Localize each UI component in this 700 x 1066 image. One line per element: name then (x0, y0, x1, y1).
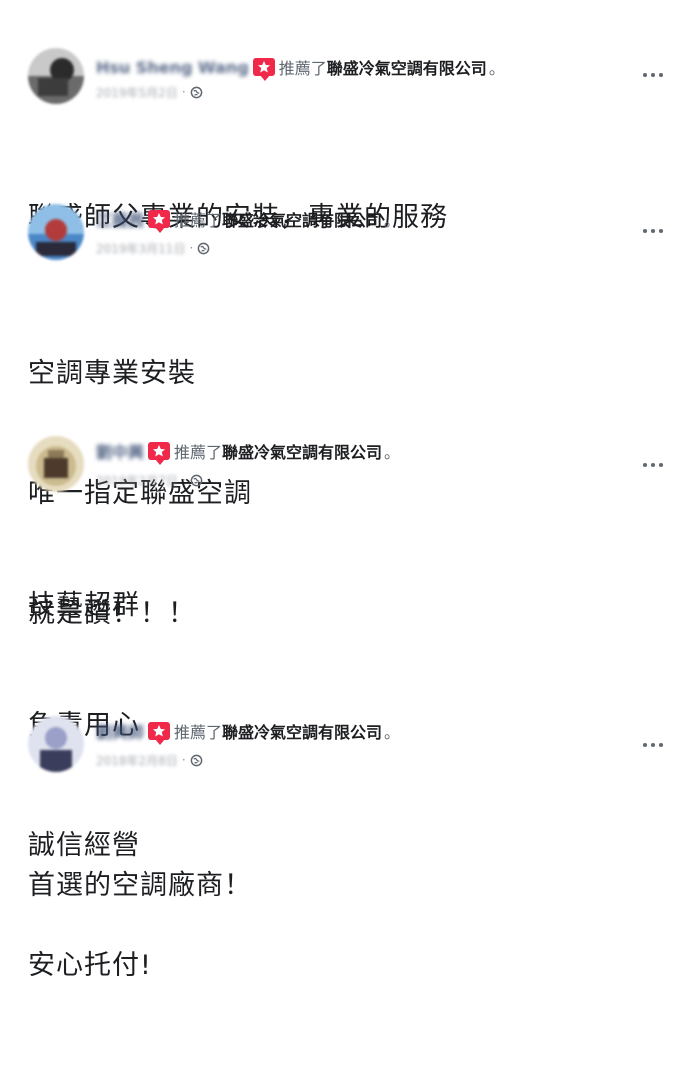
post-date[interactable]: 2019年5月2日 (96, 84, 178, 101)
recommend-verb: 推薦了 (174, 723, 223, 742)
meta-separator: · (181, 85, 186, 99)
post-text-line: 技藝超群 (28, 590, 140, 621)
post-header: Hsu Sheng Wang 推薦了 聯盛冷氣空調有限公司 。 (96, 54, 505, 81)
sentence-period: 。 (384, 211, 401, 230)
author-name[interactable]: 江薇茜 (96, 207, 144, 231)
author-name[interactable]: Hsu Sheng Wang (96, 58, 249, 77)
post-meta: 2019年3月11日 · (96, 238, 210, 258)
post-date[interactable]: 2019年2月7日 (96, 472, 178, 489)
recommend-verb: 推薦了 (174, 211, 223, 230)
sentence-period: 。 (384, 723, 401, 742)
more-options-icon[interactable] (636, 738, 670, 752)
meta-separator: · (181, 753, 186, 767)
post-header: 江薇茜 推薦了 聯盛冷氣空調有限公司 。 (96, 206, 401, 233)
globe-icon[interactable] (190, 754, 203, 767)
post-text-line: 首選的空調廠商！ (28, 870, 252, 901)
globe-icon[interactable] (190, 86, 203, 99)
avatar[interactable] (28, 48, 84, 104)
post-meta: 2019年2月7日 · (96, 470, 203, 490)
globe-icon[interactable] (190, 474, 203, 487)
post-header: 劉中興 推薦了 聯盛冷氣空調有限公司 。 (96, 438, 401, 465)
page-name-link[interactable]: 聯盛冷氣空調有限公司 (222, 439, 382, 463)
more-options-icon[interactable] (636, 68, 670, 82)
post-meta: 2019年5月2日 · (96, 82, 203, 102)
more-options-icon[interactable] (636, 458, 670, 472)
recommend-icon (148, 722, 171, 745)
meta-separator: · (189, 241, 194, 255)
page-name-link[interactable]: 聯盛冷氣空調有限公司 (222, 207, 382, 231)
recommend-icon (252, 58, 275, 81)
page-name-link[interactable]: 聯盛冷氣空調有限公司 (222, 719, 382, 743)
more-options-icon[interactable] (636, 224, 670, 238)
globe-icon[interactable] (197, 242, 210, 255)
avatar[interactable] (28, 436, 84, 492)
meta-separator: · (181, 473, 186, 487)
recommend-icon (148, 442, 171, 465)
avatar[interactable] (28, 204, 84, 260)
author-name[interactable]: 劉中興 (96, 439, 144, 463)
recommend-icon (148, 210, 171, 233)
page-name-link[interactable]: 聯盛冷氣空調有限公司 (327, 55, 487, 79)
recommend-verb: 推薦了 (278, 59, 327, 78)
post-header: 劉興師 推薦了 聯盛冷氣空調有限公司 。 (96, 718, 401, 745)
post-date[interactable]: 2018年2月8日 (96, 752, 178, 769)
post-meta: 2018年2月8日 · (96, 750, 203, 770)
avatar[interactable] (28, 716, 84, 772)
sentence-period: 。 (488, 59, 505, 78)
post-body: 首選的空調廠商！ (28, 786, 252, 986)
post-text-line: 空調專業安裝 (28, 358, 196, 389)
post-date[interactable]: 2019年3月11日 (96, 240, 185, 257)
author-name[interactable]: 劉興師 (96, 719, 144, 743)
sentence-period: 。 (384, 443, 401, 462)
recommend-verb: 推薦了 (174, 443, 223, 462)
